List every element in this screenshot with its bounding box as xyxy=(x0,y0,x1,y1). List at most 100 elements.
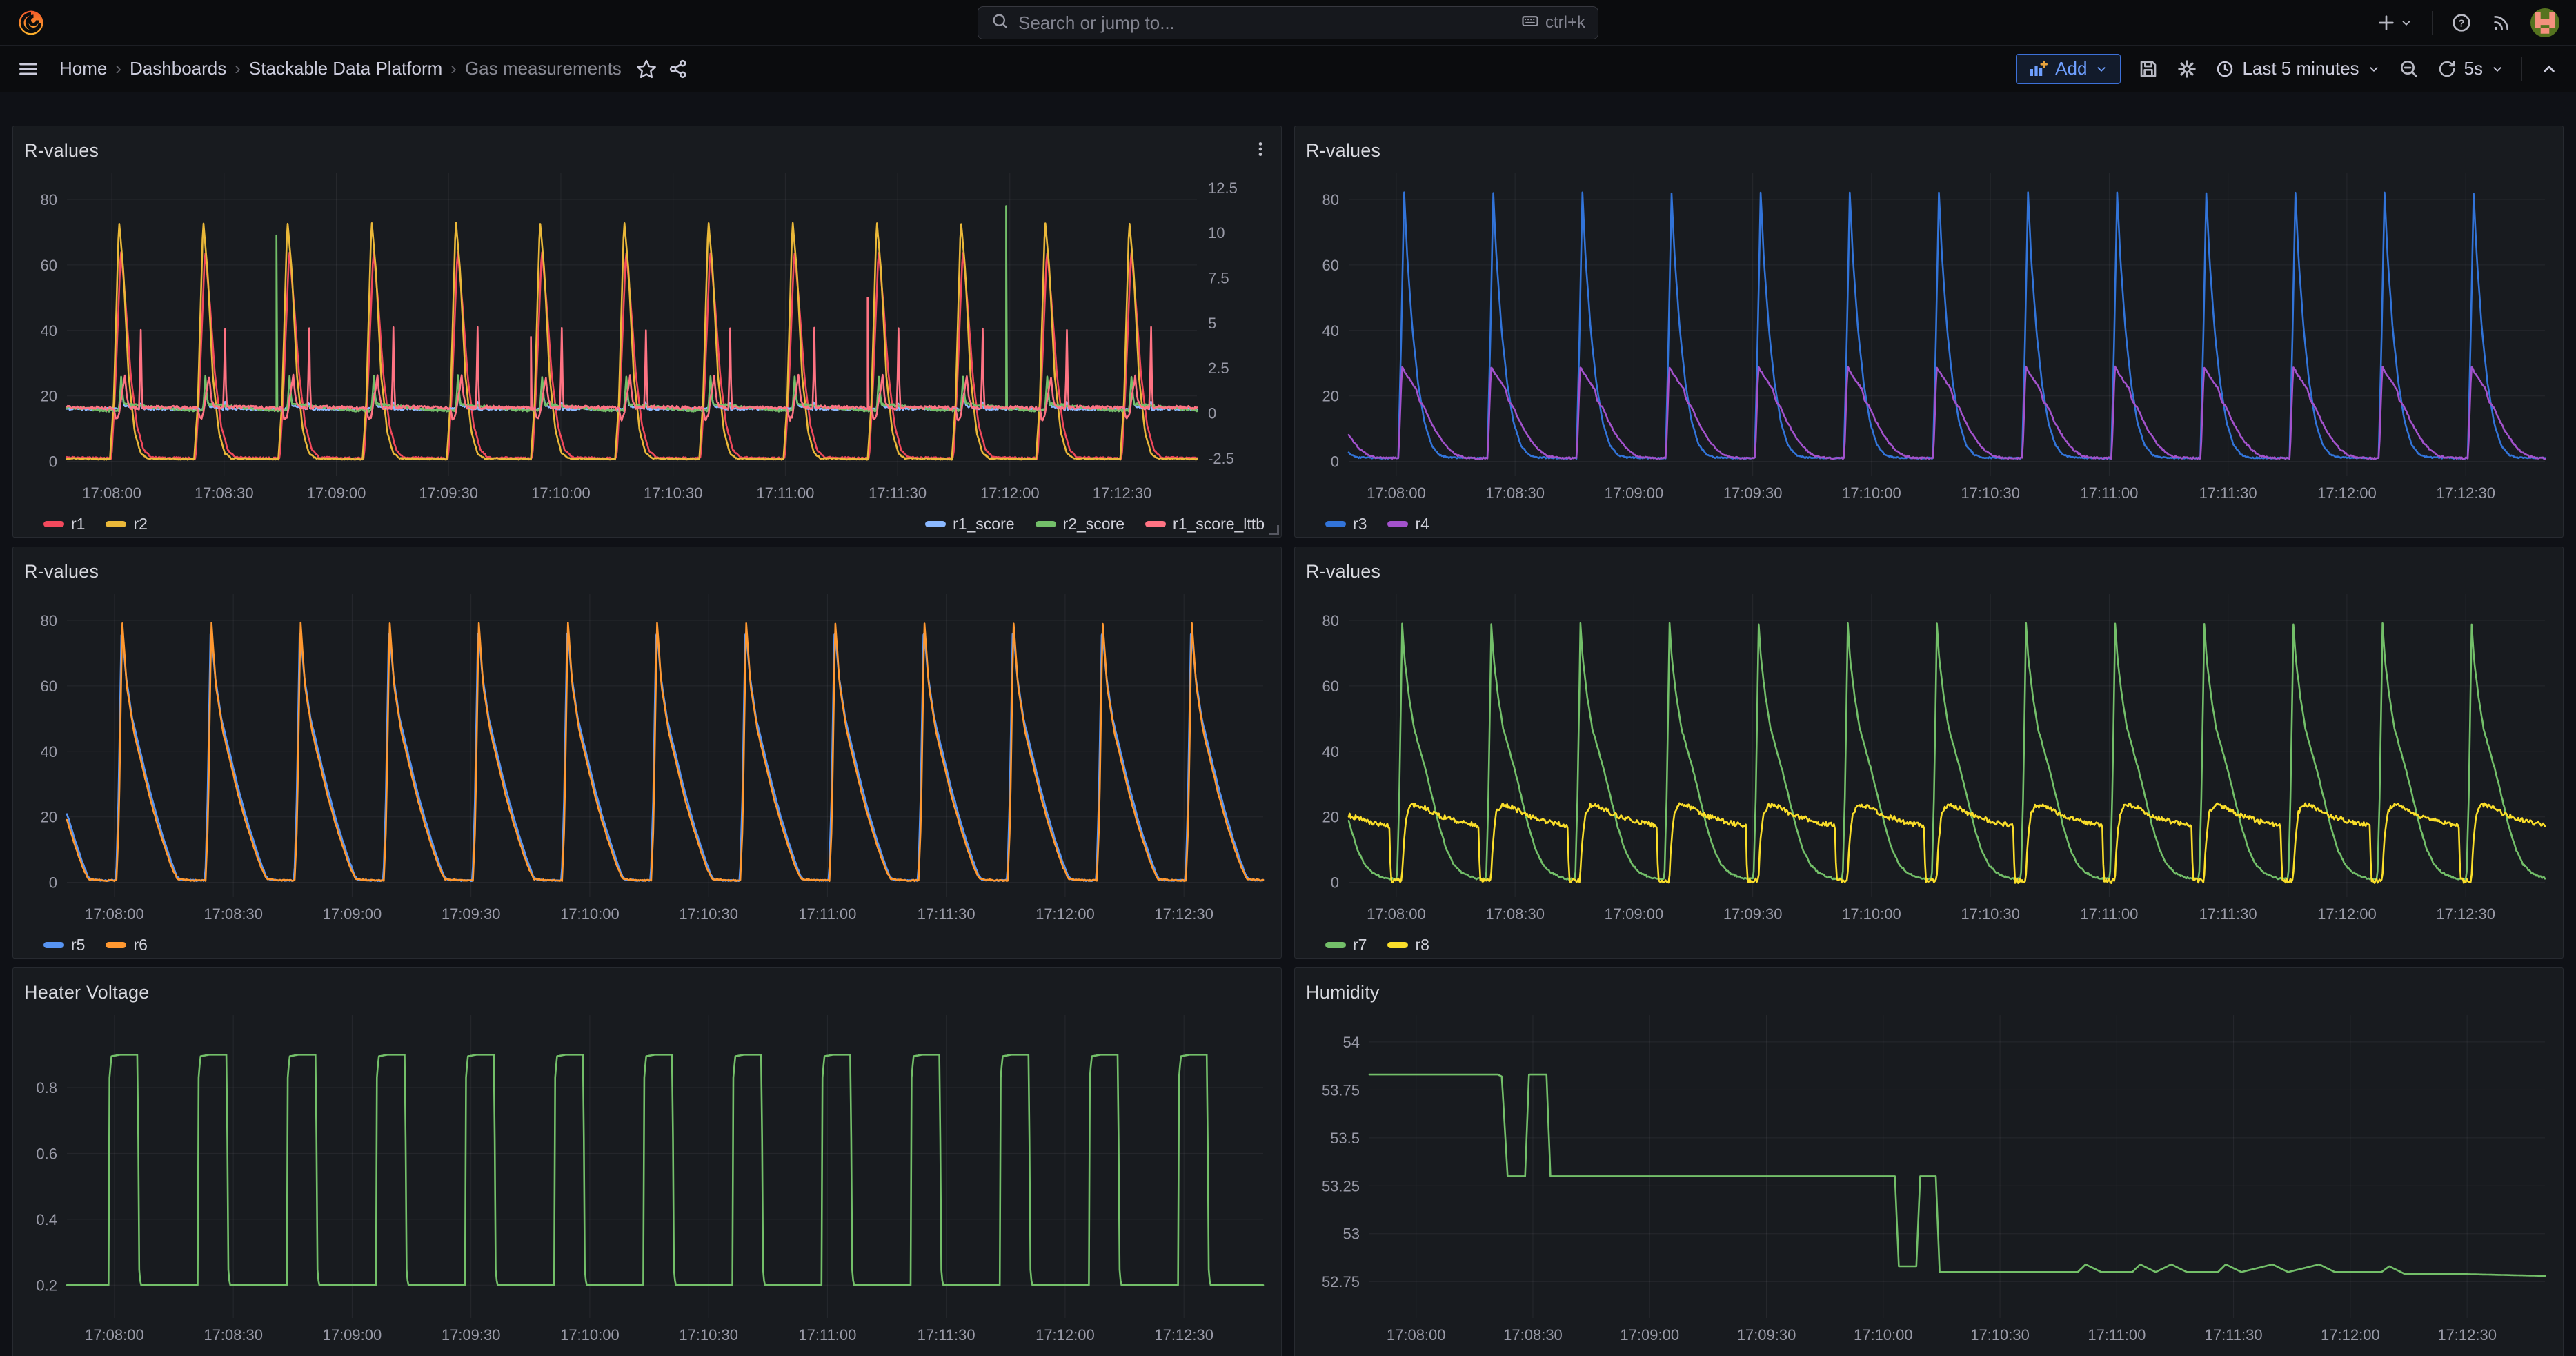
svg-text:60: 60 xyxy=(1322,257,1339,274)
panel-header: R-values xyxy=(13,547,1281,584)
svg-text:17:08:30: 17:08:30 xyxy=(204,1326,263,1344)
svg-text:17:12:00: 17:12:00 xyxy=(980,484,1040,502)
svg-text:17:12:00: 17:12:00 xyxy=(2317,905,2377,923)
svg-text:17:12:00: 17:12:00 xyxy=(2321,1326,2380,1344)
refresh-button[interactable]: 5s xyxy=(2437,58,2505,79)
legend-swatch xyxy=(1325,942,1346,948)
chevron-up-icon xyxy=(2539,59,2559,79)
legend-item-r2_score[interactable]: r2_score xyxy=(1036,515,1124,533)
legend-label: r7 xyxy=(1353,936,1367,954)
favorite-star-button[interactable] xyxy=(635,58,657,80)
legend-swatch xyxy=(106,521,126,527)
svg-text:17:12:30: 17:12:30 xyxy=(2436,905,2495,923)
svg-text:17:10:30: 17:10:30 xyxy=(1970,1326,2030,1344)
svg-text:53.5: 53.5 xyxy=(1330,1130,1360,1147)
legend-label: r1 xyxy=(71,515,85,533)
collapse-toolbar-button[interactable] xyxy=(2539,59,2559,79)
time-series-chart[interactable]: 02040608017:08:0017:08:3017:09:0017:09:3… xyxy=(1295,584,2563,927)
panel-heater-voltage: Heater Voltage 0.20.40.60.817:08:0017:08… xyxy=(12,967,1282,1356)
panel-resize-handle[interactable] xyxy=(1269,525,1279,535)
svg-text:80: 80 xyxy=(1322,191,1339,208)
add-panel-button[interactable]: Add xyxy=(2016,54,2121,84)
svg-text:0.6: 0.6 xyxy=(36,1145,57,1162)
svg-text:17:10:00: 17:10:00 xyxy=(1854,1326,1913,1344)
legend-label: r8 xyxy=(1415,936,1429,954)
panel-title[interactable]: R-values xyxy=(1306,561,1380,582)
panel-r-values-2: R-values 02040608017:08:0017:08:3017:09:… xyxy=(1294,126,2564,538)
time-series-chart[interactable]: 0.20.40.60.817:08:0017:08:3017:09:0017:0… xyxy=(13,1005,1281,1348)
svg-text:17:08:30: 17:08:30 xyxy=(195,484,254,502)
panel-header: Heater Voltage xyxy=(13,968,1281,1005)
share-button[interactable] xyxy=(667,58,689,80)
breadcrumb-home[interactable]: Home xyxy=(59,58,107,79)
legend-label: r6 xyxy=(133,936,147,954)
panel-title[interactable]: Heater Voltage xyxy=(24,982,149,1003)
legend-item-r1_score_lttb[interactable]: r1_score_lttb xyxy=(1145,515,1265,533)
global-search[interactable]: ctrl+k xyxy=(978,6,1598,39)
news-button[interactable] xyxy=(2490,12,2513,34)
svg-text:52.75: 52.75 xyxy=(1322,1273,1360,1290)
legend-item-r4[interactable]: r4 xyxy=(1387,515,1429,533)
help-button[interactable]: ? xyxy=(2450,12,2473,34)
panel-menu-icon[interactable] xyxy=(1251,139,1270,162)
svg-text:80: 80 xyxy=(41,612,57,629)
svg-text:0: 0 xyxy=(49,874,57,892)
save-dashboard-button[interactable] xyxy=(2137,58,2159,80)
svg-text:20: 20 xyxy=(41,809,57,826)
svg-text:53.75: 53.75 xyxy=(1322,1081,1360,1099)
new-button[interactable] xyxy=(2375,12,2414,34)
legend-item-r7[interactable]: r7 xyxy=(1325,936,1367,954)
legend-item-r1[interactable]: r1 xyxy=(43,515,85,533)
time-range-picker[interactable]: Last 5 minutes xyxy=(2215,58,2381,79)
svg-text:17:09:30: 17:09:30 xyxy=(1723,484,1783,502)
plus-icon xyxy=(2375,12,2397,34)
legend-swatch xyxy=(106,942,126,948)
time-series-chart[interactable]: 52.755353.2553.553.755417:08:0017:08:301… xyxy=(1295,1005,2563,1348)
keyboard-icon xyxy=(1520,11,1540,35)
svg-text:17:10:30: 17:10:30 xyxy=(1961,905,2020,923)
legend-label: r2 xyxy=(133,515,147,533)
zoom-out-button[interactable] xyxy=(2398,58,2420,80)
user-avatar[interactable] xyxy=(2530,8,2559,37)
svg-text:40: 40 xyxy=(41,743,57,760)
breadcrumb-separator: › xyxy=(235,58,241,79)
breadcrumb: Home › Dashboards › Stackable Data Platf… xyxy=(59,58,622,79)
dashboard-settings-button[interactable] xyxy=(2176,58,2198,80)
legend-item-r1_score[interactable]: r1_score xyxy=(925,515,1014,533)
menu-toggle-button[interactable] xyxy=(17,57,40,81)
svg-text:17:11:00: 17:11:00 xyxy=(756,484,814,502)
svg-text:17:08:30: 17:08:30 xyxy=(204,905,263,923)
legend-item-r2[interactable]: r2 xyxy=(106,515,147,533)
panel-title[interactable]: R-values xyxy=(24,561,99,582)
svg-text:17:11:00: 17:11:00 xyxy=(2080,484,2138,502)
svg-text:?: ? xyxy=(2459,18,2465,29)
svg-text:17:12:30: 17:12:30 xyxy=(1093,484,1152,502)
legend-item-r5[interactable]: r5 xyxy=(43,936,85,954)
svg-text:17:12:30: 17:12:30 xyxy=(2437,1326,2497,1344)
svg-text:17:10:00: 17:10:00 xyxy=(1842,484,1901,502)
panel-title[interactable]: Humidity xyxy=(1306,982,1380,1003)
panel-title[interactable]: R-values xyxy=(24,140,99,161)
svg-text:17:10:30: 17:10:30 xyxy=(1961,484,2020,502)
legend-item-r8[interactable]: r8 xyxy=(1387,936,1429,954)
panel-title[interactable]: R-values xyxy=(1306,140,1380,161)
breadcrumb-folder[interactable]: Stackable Data Platform xyxy=(249,58,442,79)
grafana-logo-icon[interactable] xyxy=(17,8,46,37)
time-series-chart[interactable]: 02040608017:08:0017:08:3017:09:0017:09:3… xyxy=(1295,164,2563,507)
svg-text:0: 0 xyxy=(49,453,57,471)
svg-text:12.5: 12.5 xyxy=(1208,179,1238,197)
svg-text:40: 40 xyxy=(41,322,57,340)
search-input[interactable] xyxy=(1018,12,1512,34)
breadcrumb-dashboards[interactable]: Dashboards xyxy=(130,58,226,79)
breadcrumb-current-dashboard[interactable]: Gas measurements xyxy=(465,58,622,79)
time-series-chart[interactable]: 02040608017:08:0017:08:3017:09:0017:09:3… xyxy=(13,584,1281,927)
chevron-down-icon xyxy=(2366,61,2381,77)
legend-item-r3[interactable]: r3 xyxy=(1325,515,1367,533)
legend-item-r6[interactable]: r6 xyxy=(106,936,147,954)
hamburger-menu-icon xyxy=(17,57,40,81)
time-series-chart[interactable]: 02040608017:08:0017:08:3017:09:0017:09:3… xyxy=(13,164,1281,507)
panel-header: R-values xyxy=(1295,547,2563,584)
panel-r-values-3: R-values 02040608017:08:0017:08:3017:09:… xyxy=(12,547,1282,959)
svg-text:17:09:00: 17:09:00 xyxy=(307,484,366,502)
legend-swatch xyxy=(43,521,64,527)
